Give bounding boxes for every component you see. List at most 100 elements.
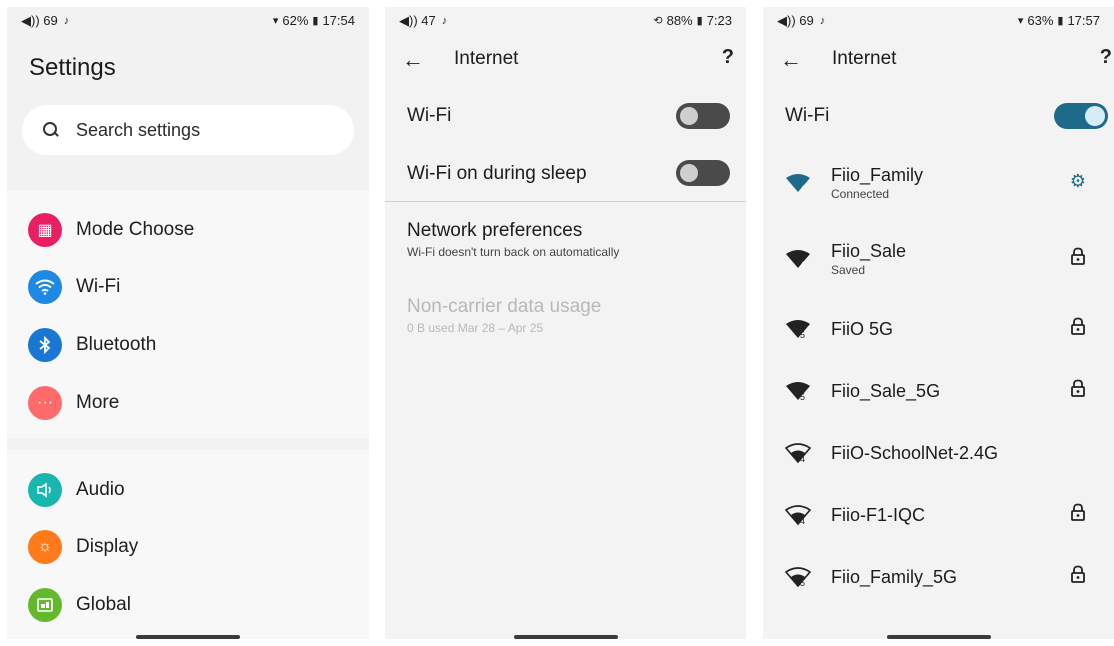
wifi-signal-medium-icon: 4 xyxy=(785,505,811,525)
wifi-signal-medium-icon: 5 xyxy=(785,567,811,587)
home-indicator[interactable] xyxy=(886,635,991,639)
lock-icon xyxy=(1070,379,1086,402)
wifi-toggle[interactable] xyxy=(1054,103,1108,129)
internet-screen-off: ◀)) 47 ♪ ⟲ 88% ▮ 7:23 ← Internet ? Wi-Fi Wi-… xyxy=(385,7,746,639)
home-indicator[interactable] xyxy=(136,635,240,639)
settings-item-label: Global xyxy=(76,594,131,615)
wifi-signal-full-icon: 4 xyxy=(786,250,810,269)
lock-icon xyxy=(1070,247,1086,270)
wifi-sleep-label: Wi-Fi on during sleep xyxy=(407,163,587,184)
network-status: Saved xyxy=(831,263,866,277)
wifi-icon xyxy=(28,270,62,304)
sync-icon: ⟲ xyxy=(653,15,663,27)
more-icon: ··· xyxy=(28,386,62,420)
settings-item-label: Mode Choose xyxy=(76,219,195,240)
network-name: FiiO 5G xyxy=(831,319,894,339)
back-arrow-icon[interactable]: ← xyxy=(402,47,424,73)
svg-text:5: 5 xyxy=(800,392,805,401)
wifi-signal-5g-icon: 5 xyxy=(786,382,810,401)
global-icon xyxy=(28,588,62,622)
bluetooth-icon xyxy=(28,328,62,362)
clock: 17:54 xyxy=(322,13,355,28)
toggle-knob xyxy=(1085,106,1105,126)
page-title: Internet xyxy=(832,48,897,69)
wifi-network-item[interactable]: 4 Fiio_Family Connected ⚙ xyxy=(763,163,1114,203)
settings-item-global[interactable]: Global xyxy=(28,587,131,623)
network-name: Fiio_Sale_5G xyxy=(831,381,941,401)
volume-indicator: ◀)) 47 xyxy=(399,13,436,28)
svg-text:5: 5 xyxy=(800,578,805,587)
wifi-sleep-toggle[interactable] xyxy=(676,160,730,186)
wifi-network-item[interactable]: 4 Fiio-F1-IQC xyxy=(763,495,1114,535)
network-status: Connected xyxy=(831,187,890,201)
settings-item-audio[interactable]: Audio xyxy=(28,472,125,508)
wifi-network-item[interactable]: 5 Fiio_Sale_5G xyxy=(763,371,1114,411)
status-bar: ◀)) 69 ♪ ▾ 63% ▮ 17:57 xyxy=(763,7,1114,33)
settings-item-mode-choose[interactable]: ▦ Mode Choose xyxy=(28,212,194,248)
svg-text:4: 4 xyxy=(800,516,805,525)
internet-screen-on: ◀)) 69 ♪ ▾ 63% ▮ 17:57 ← Internet ? Wi-Fi 4 … xyxy=(763,7,1114,639)
battery-percent: 63% xyxy=(1027,13,1054,28)
help-icon[interactable]: ? xyxy=(722,46,734,69)
wifi-signal-medium-icon: 4 xyxy=(785,443,811,463)
settings-item-more[interactable]: ··· More xyxy=(28,385,119,421)
help-icon[interactable]: ? xyxy=(1100,46,1112,69)
wifi-status-icon: ▾ xyxy=(272,15,279,27)
settings-item-label: Display xyxy=(76,536,139,557)
settings-item-label: Audio xyxy=(76,479,125,500)
settings-item-label: Bluetooth xyxy=(76,334,157,355)
wifi-network-item[interactable]: 4 Fiio_Sale Saved xyxy=(763,239,1114,279)
volume-indicator: ◀)) 69 xyxy=(777,13,814,28)
svg-text:5: 5 xyxy=(800,330,805,339)
wifi-toggle[interactable] xyxy=(676,103,730,129)
grid-icon: ▦ xyxy=(28,213,62,247)
battery-percent: 88% xyxy=(666,13,693,28)
lock-icon xyxy=(1070,317,1086,340)
settings-item-wifi[interactable]: Wi-Fi xyxy=(28,269,120,305)
top-app-bar: ← Internet ? xyxy=(385,43,746,75)
screenshot-collage: ◀)) 69 ♪ ▾ 62% ▮ 17:54 Settings Search setti… xyxy=(0,0,1114,646)
page-title: Internet xyxy=(454,48,519,69)
network-name: Fiio-F1-IQC xyxy=(831,505,925,525)
clock: 7:23 xyxy=(706,13,732,28)
noncarrier-data-title: Non-carrier data usage xyxy=(407,296,602,317)
search-bar[interactable]: Search settings xyxy=(22,105,354,155)
settings-item-label: Wi-Fi xyxy=(76,276,121,297)
noncarrier-data-subtitle: 0 B used Mar 28 – Apr 25 xyxy=(407,321,544,335)
wifi-signal-full-icon: 4 xyxy=(786,174,810,193)
music-icon: ♪ xyxy=(819,15,826,27)
network-preferences-subtitle: Wi-Fi doesn't turn back on automatically xyxy=(407,245,620,259)
back-arrow-icon[interactable]: ← xyxy=(780,47,802,73)
search-icon xyxy=(42,121,60,139)
gear-icon[interactable]: ⚙ xyxy=(1070,171,1086,192)
settings-item-display[interactable]: ☼ Display xyxy=(28,529,138,565)
settings-screen: ◀)) 69 ♪ ▾ 62% ▮ 17:54 Settings Search setti… xyxy=(7,7,369,639)
status-bar: ◀)) 69 ♪ ▾ 62% ▮ 17:54 xyxy=(7,7,369,33)
lock-icon xyxy=(1070,503,1086,526)
battery-icon: ▮ xyxy=(312,15,319,27)
divider xyxy=(385,201,746,202)
volume-indicator: ◀)) 69 xyxy=(21,13,58,28)
svg-text:4: 4 xyxy=(800,184,805,193)
wifi-network-item[interactable]: 5 Fiio_Family_5G xyxy=(763,557,1114,597)
network-preferences-title[interactable]: Network preferences xyxy=(407,220,582,242)
toggle-knob xyxy=(680,107,698,125)
battery-percent: 62% xyxy=(282,13,309,28)
search-input[interactable]: Search settings xyxy=(76,120,200,141)
wifi-label: Wi-Fi xyxy=(785,105,830,126)
network-name: Fiio_Family xyxy=(831,165,924,185)
audio-icon xyxy=(28,473,62,507)
home-indicator[interactable] xyxy=(513,635,618,639)
network-name: Fiio_Family_5G xyxy=(831,567,958,587)
svg-text:4: 4 xyxy=(800,260,805,269)
music-icon: ♪ xyxy=(63,15,70,27)
wifi-status-icon: ▾ xyxy=(1017,15,1024,27)
music-icon: ♪ xyxy=(441,15,448,27)
settings-item-bluetooth[interactable]: Bluetooth xyxy=(28,327,156,363)
wifi-network-item[interactable]: 4 FiiO-SchoolNet-2.4G xyxy=(763,433,1114,473)
network-name: FiiO-SchoolNet-2.4G xyxy=(831,443,999,463)
wifi-network-item[interactable]: 5 FiiO 5G xyxy=(763,309,1114,349)
status-bar: ◀)) 47 ♪ ⟲ 88% ▮ 7:23 xyxy=(385,7,746,33)
toggle-knob xyxy=(680,164,698,182)
top-app-bar: ← Internet ? xyxy=(763,43,1114,75)
